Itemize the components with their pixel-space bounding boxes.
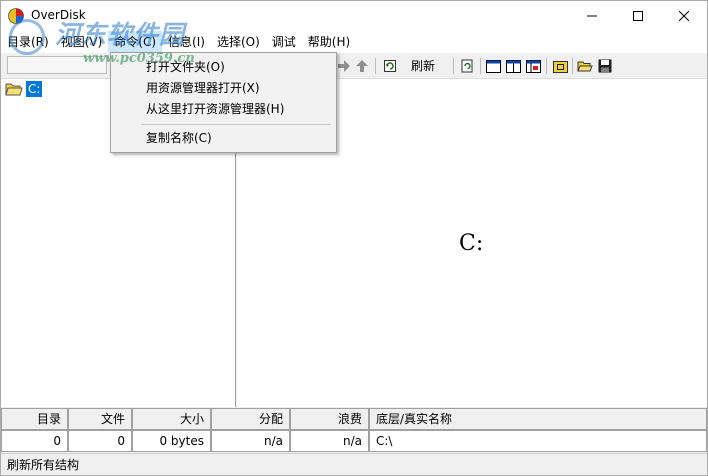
layout-single-button[interactable] [484,57,502,75]
close-button[interactable] [661,1,707,31]
layout-split-button[interactable] [504,57,522,75]
refresh-icon-button[interactable] [381,57,399,75]
save-button[interactable] [596,57,614,75]
refresh-all-button[interactable] [458,57,476,75]
value-wasted: n/a [290,430,369,452]
menu-debug[interactable]: 调试 [266,31,302,53]
menu-help[interactable]: 帮助(H) [302,31,356,53]
toolbar: 刷新 [1,53,707,79]
menu-command[interactable]: 命令(C) [108,31,163,53]
menu-separator [141,124,331,125]
open-folder-icon [577,61,593,72]
toolbar-separator [572,58,573,74]
value-files: 0 [68,430,132,452]
split-pane-icon [505,59,521,73]
menu-select[interactable]: 选择(O) [211,31,266,53]
header-real-name: 底层/真实名称 [369,408,707,430]
arrow-right-icon [338,60,350,72]
app-window: OverDisk 目录(R) 视图(V) 命令(C) 信息(I) 选择(O) 调… [0,0,708,476]
tree-pane-icon [525,59,541,73]
toolbar-separator [375,58,376,74]
minimize-icon [587,15,597,17]
menu-item-open-explorer-here[interactable]: 从这里打开资源管理器(H) [113,98,334,120]
header-wasted: 浪费 [290,408,369,430]
layout-tree-button[interactable] [524,57,542,75]
tree-item-drive[interactable]: C: [5,81,43,97]
status-bar: 刷新所有结构 [1,453,707,475]
header-files: 文件 [68,408,132,430]
tree-drive-label: C: [26,81,43,97]
toolbar-separator [480,58,481,74]
folder-icon [5,83,23,96]
header-directories: 目录 [1,408,68,430]
value-size: 0 bytes [132,430,211,452]
header-allocated: 分配 [211,408,290,430]
maximize-button[interactable] [615,1,661,31]
close-icon [679,11,689,21]
maximize-icon [633,11,643,21]
folder-tool-button[interactable] [551,57,569,75]
single-pane-icon [485,59,501,73]
stats-value-row: 0 0 0 bytes n/a n/a C:\ [1,430,707,452]
value-real-name: C:\ [369,430,707,452]
refresh-icon [384,60,396,72]
menu-info[interactable]: 信息(I) [162,31,211,53]
header-size: 大小 [132,408,211,430]
toolbar-separator [453,58,454,74]
minimize-button[interactable] [569,1,615,31]
open-button[interactable] [576,57,594,75]
address-box[interactable] [7,56,107,74]
forward-button[interactable] [335,57,353,75]
menu-view[interactable]: 视图(V) [55,31,109,53]
up-button[interactable] [353,57,371,75]
stats-table: 目录 文件 大小 分配 浪费 底层/真实名称 0 0 0 bytes n/a n… [1,407,707,453]
value-allocated: n/a [211,430,290,452]
menu-directory[interactable]: 目录(R) [1,31,55,53]
stats-header-row: 目录 文件 大小 分配 浪费 底层/真实名称 [1,408,707,430]
overdisk-app-icon [8,8,24,24]
refresh-page-icon [461,59,473,73]
refresh-button[interactable]: 刷新 [405,57,441,75]
window-title: OverDisk [31,8,86,22]
menu-item-open-folder[interactable]: 打开文件夹(O) [113,56,334,78]
menu-item-copy-name[interactable]: 复制名称(C) [113,127,334,149]
menu-bar: 目录(R) 视图(V) 命令(C) 信息(I) 选择(O) 调试 帮助(H) [1,31,707,53]
drive-label: C: [459,231,484,256]
value-directories: 0 [1,430,68,452]
toolbar-separator [546,58,547,74]
title-bar[interactable]: OverDisk [1,1,707,31]
folder-warning-icon [552,61,568,73]
command-dropdown-menu: 打开文件夹(O) 用资源管理器打开(X) 从这里打开资源管理器(H) 复制名称(… [110,52,337,153]
menu-item-open-explorer[interactable]: 用资源管理器打开(X) [113,77,334,99]
arrow-up-icon [356,60,368,72]
save-disk-icon [598,59,612,73]
